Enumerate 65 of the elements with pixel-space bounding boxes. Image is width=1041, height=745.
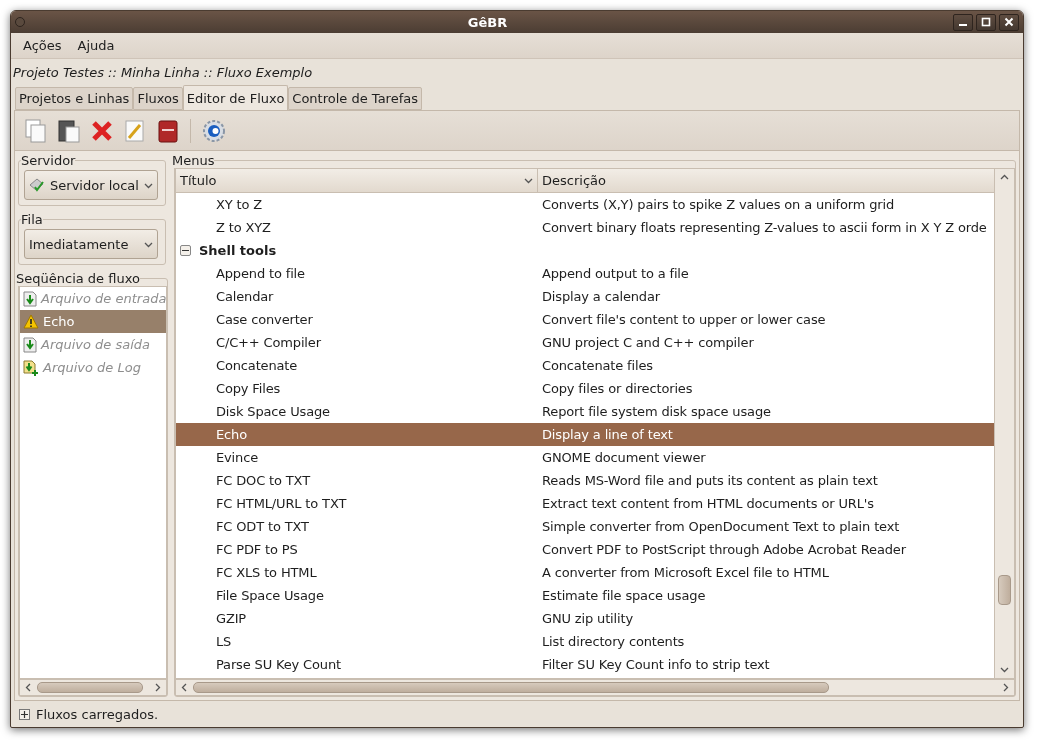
file-arrow-icon	[23, 336, 37, 353]
tree-row[interactable]: FC HTML/URL to TXT Extract text content from HTML documents or URL's	[176, 492, 994, 515]
tree-row[interactable]: FC XLS to HTML A converter from Microsoft Excel file to HTML	[176, 561, 994, 584]
expand-icon[interactable]	[19, 708, 30, 720]
tree-row[interactable]: FC PDF to PS Convert PDF to PostScript through Adobe Acrobat Reader	[176, 538, 994, 561]
file-plus-icon	[23, 359, 39, 376]
tree-row[interactable]: Evince GNOME document viewer	[176, 446, 994, 469]
status-text: Fluxos carregados.	[36, 706, 159, 722]
group-label: Menus	[172, 153, 215, 168]
tree-row[interactable]: XY to Z Converts (X,Y) pairs to spike Z values on a uniform grid	[176, 193, 994, 216]
tab[interactable]: Controle de Tarefas	[288, 87, 422, 110]
maximize-button[interactable]	[976, 13, 996, 31]
tab[interactable]: Projetos e Linhas	[15, 87, 134, 110]
scroll-right-icon	[153, 683, 163, 692]
queue-dropdown[interactable]: Imediatamente	[24, 229, 158, 259]
horizontal-scrollbar[interactable]	[175, 679, 1015, 696]
column-header[interactable]: Título	[176, 169, 538, 192]
tree-row[interactable]: LS List directory contents	[176, 630, 994, 653]
tree-row[interactable]: Echo Display a line of text	[176, 423, 994, 446]
caret-icon	[524, 176, 533, 185]
tree-row[interactable]: Parse SU Key Count Filter SU Key Count info to strip text	[176, 653, 994, 676]
file-download-icon	[23, 290, 37, 307]
menu-item[interactable]: Ajuda	[69, 38, 123, 53]
tree-row[interactable]: FC ODT to TXT Simple converter from OpenDocument Text to plain text	[176, 515, 994, 538]
tree-row[interactable]: Disk Space Usage Report file system disk space usage	[176, 400, 994, 423]
horizontal-scrollbar[interactable]	[19, 679, 168, 696]
server-icon	[29, 178, 45, 192]
tree-row[interactable]: Case converter Convert file's content to upper or lower case	[176, 308, 994, 331]
tree-row[interactable]: Calendar Display a calendar	[176, 285, 994, 308]
delete-icon[interactable]	[91, 119, 113, 142]
scroll-down-icon	[1000, 665, 1009, 674]
scroll-right-icon	[1001, 683, 1010, 692]
tree-row[interactable]: File Space Usage Estimate file space usage	[176, 584, 994, 607]
tree-row[interactable]: FC DOC to TXT Reads MS-Word file and puts its content as plain text	[176, 469, 994, 492]
warning-icon	[23, 314, 39, 329]
tree-row[interactable]: Z to XYZ Convert binary floats representing Z-values to ascii form in X Y Z orde	[176, 216, 994, 239]
vertical-scrollbar[interactable]	[994, 169, 1014, 678]
minimize-button[interactable]	[953, 13, 973, 31]
scroll-left-icon	[180, 683, 189, 692]
maximize-icon	[981, 17, 991, 27]
breadcrumb: Projeto Testes :: Minha Linha :: Fluxo Exemplo	[12, 63, 314, 82]
tree-row[interactable]: Copy Files Copy files or directories	[176, 377, 994, 400]
menu-item[interactable]: Ações	[15, 38, 70, 53]
scroll-left-icon	[24, 683, 33, 692]
tab[interactable]: Editor de Fluxo	[182, 85, 289, 110]
collapse-icon[interactable]	[180, 245, 191, 256]
close-icon	[1004, 17, 1014, 27]
flow-item[interactable]: Echo	[20, 310, 167, 333]
group-label: Seqüência de fluxo	[16, 271, 140, 286]
server-dropdown[interactable]: Servidor local	[24, 170, 158, 200]
tab[interactable]: Fluxos	[133, 87, 183, 110]
tree-row[interactable]: C/C++ Compiler GNU project C and C++ compiler	[176, 331, 994, 354]
group-label: Servidor	[21, 153, 76, 168]
window-title: GêBR	[466, 14, 509, 30]
scroll-up-icon	[1000, 173, 1009, 182]
tree-group-row[interactable]: Shell tools	[176, 239, 994, 262]
paste-icon[interactable]	[58, 118, 80, 143]
tree-row[interactable]: Append to file Append output to a file	[176, 262, 994, 285]
gear-icon[interactable]	[202, 118, 226, 143]
scrollbar-thumb[interactable]	[998, 575, 1011, 605]
tree-row[interactable]: Concatenate Concatenate files	[176, 354, 994, 377]
group-label: Fila	[21, 212, 43, 227]
tree-row[interactable]: GZIP GNU zip utility	[176, 607, 994, 630]
close-button[interactable]	[999, 13, 1019, 31]
minimize-icon	[959, 24, 967, 26]
